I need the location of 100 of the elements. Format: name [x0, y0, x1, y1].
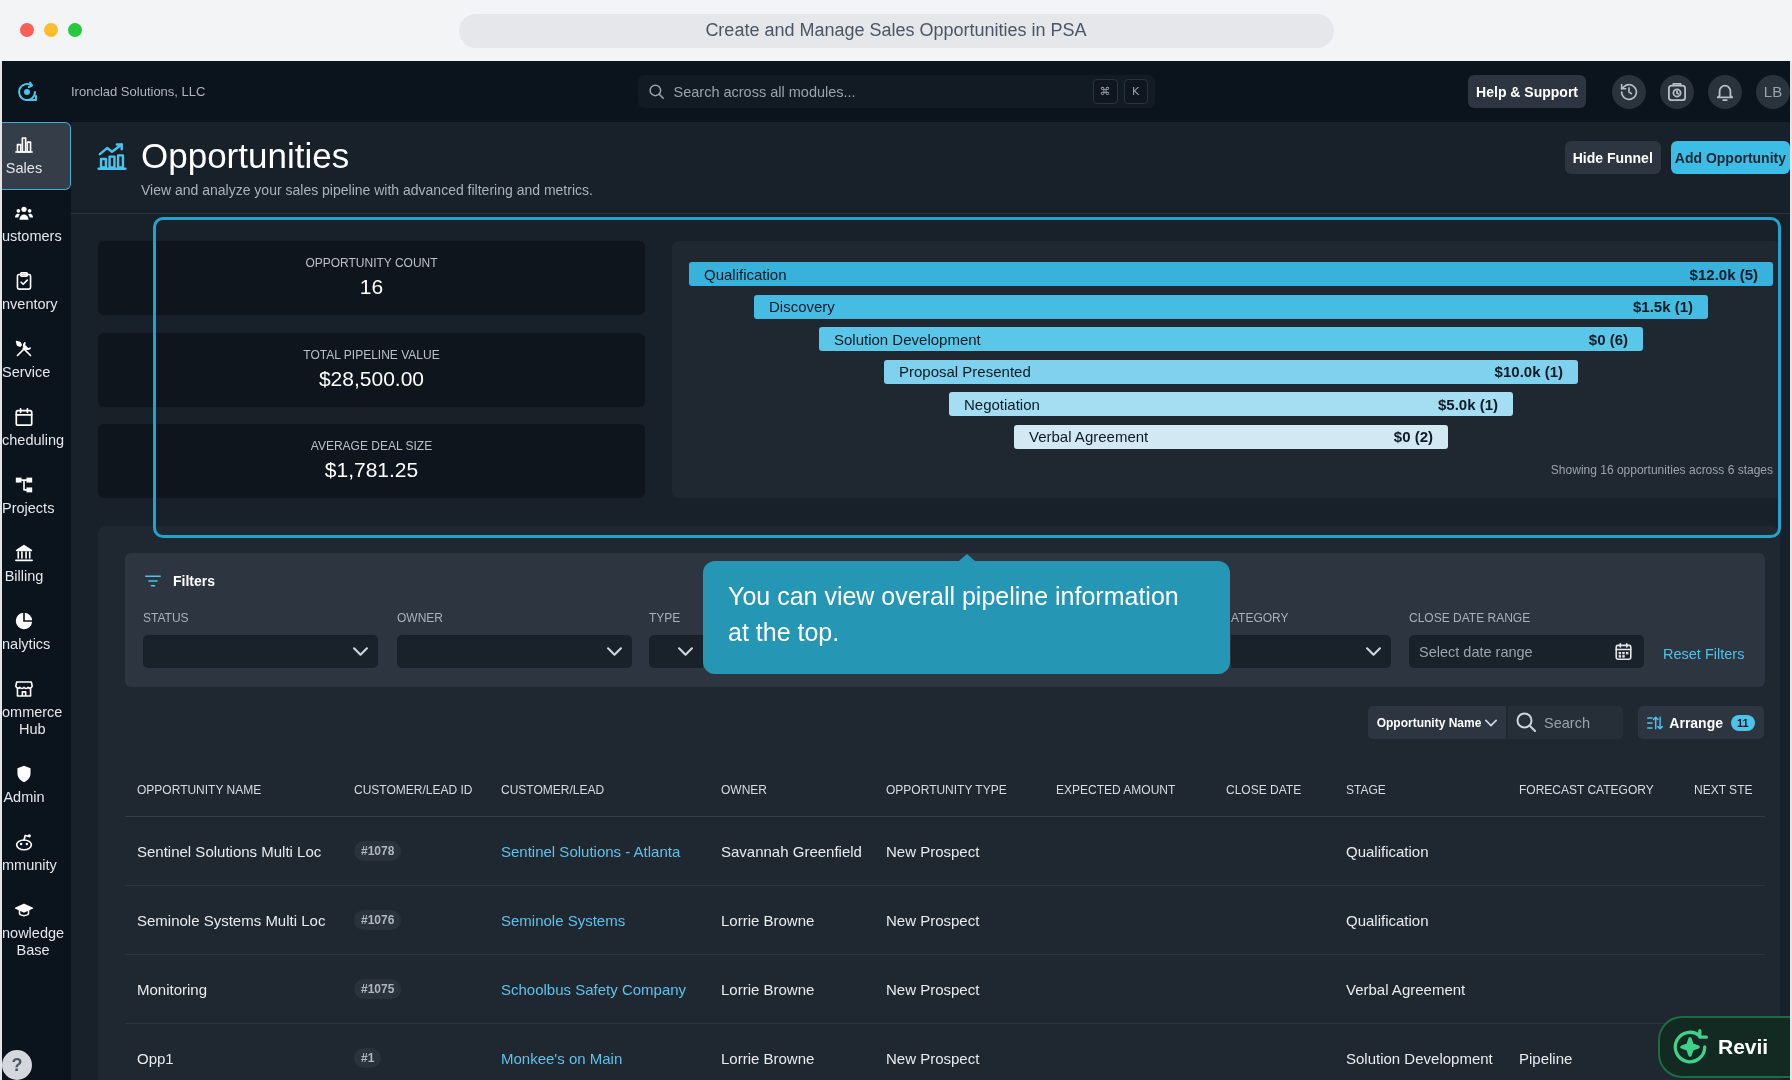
table-cell: Opp1: [137, 1049, 174, 1067]
dropdown-field[interactable]: [143, 635, 378, 668]
table-cell: Seminole Systems Multi Loc: [137, 911, 326, 929]
stage-value: $0 (6): [1588, 330, 1628, 348]
sidebar-item[interactable]: nalytics: [2, 598, 71, 666]
sidebar-item[interactable]: Billing: [2, 530, 71, 598]
company-name: Ironclad Solutions, LLC: [71, 84, 206, 99]
customer-link[interactable]: Seminole Systems: [501, 911, 626, 929]
tooltip-text: You can view overall pipeline information at the top.: [728, 582, 1179, 646]
table-cell: Pipeline: [1519, 1049, 1573, 1067]
history-button[interactable]: [1612, 74, 1646, 109]
id-badge: #1076: [354, 910, 402, 930]
table-search-field[interactable]: Search: [1508, 706, 1623, 739]
filter-label: STATUS: [143, 611, 190, 625]
users-icon: [15, 204, 33, 222]
table-cell: Qualification: [1346, 842, 1429, 860]
column-header: OPPORTUNITY NAME: [137, 782, 263, 797]
hide-funnel-button[interactable]: Hide Funnel: [1564, 141, 1661, 174]
chevron-down-icon: [353, 644, 368, 659]
close-window-button[interactable]: [20, 23, 34, 37]
sidebar-item[interactable]: Service: [2, 326, 71, 394]
customer-link[interactable]: Sentinel Solutions - Atlanta: [501, 842, 681, 860]
arrange-button[interactable]: Arrange 11: [1638, 706, 1764, 739]
sidebar-item[interactable]: Admin: [2, 751, 71, 819]
maximize-window-button[interactable]: [68, 23, 82, 37]
dropdown-field[interactable]: [1231, 635, 1391, 668]
dropdown-field[interactable]: [649, 635, 703, 668]
camera-clock-icon: [1668, 82, 1686, 101]
filter-label: ATEGORY: [1231, 611, 1290, 625]
sidebar-item[interactable]: ommerce Hub: [2, 666, 71, 751]
column-header: FORECAST CATEGORY: [1519, 782, 1655, 797]
stage-value: $12.0k (5): [1689, 265, 1758, 283]
sidebar-item[interactable]: ustomers: [2, 190, 71, 258]
column-header: EXPECTED AMOUNT: [1056, 782, 1177, 797]
logo-icon: [16, 79, 38, 104]
sidebar-item[interactable]: cheduling: [2, 394, 71, 462]
sparkle-refresh-icon: [1672, 1029, 1708, 1065]
funnel-summary: Showing 16 opportunities across 6 stages: [1550, 463, 1773, 477]
assistant-button[interactable]: Revii: [1658, 1016, 1790, 1078]
id-badge: #1: [354, 1048, 382, 1068]
stage-name: Qualification: [704, 265, 787, 283]
table-cell: New Prospect: [886, 911, 980, 929]
dropdown-field[interactable]: [397, 635, 632, 668]
pie-chart-icon: [15, 612, 33, 630]
hierarchy-icon: [15, 476, 33, 494]
table-cell: Solution Development: [1346, 1049, 1493, 1067]
tools-icon: [15, 340, 33, 358]
column-header: CUSTOMER/LEAD: [501, 782, 606, 797]
timer-button[interactable]: [1660, 74, 1694, 109]
calendar-icon: [15, 408, 33, 426]
column-header: STAGE: [1346, 782, 1387, 797]
filter-panel-title: Filters: [173, 573, 215, 589]
clipboard-check-icon: [15, 272, 33, 290]
column-header: NEXT STE: [1694, 782, 1754, 797]
customer-link[interactable]: Monkee's on Main: [501, 1049, 623, 1067]
add-opportunity-button[interactable]: Add Opportunity: [1670, 141, 1790, 174]
column-header: OWNER: [721, 782, 768, 797]
stat-value: 16: [358, 274, 385, 300]
chart-growth-icon: [97, 142, 127, 170]
stat-label: OPPORTUNITY COUNT: [304, 256, 439, 270]
table-cell: Lorrie Browne: [721, 911, 815, 929]
sidebar-item[interactable]: Projects: [2, 462, 71, 530]
minimize-window-button[interactable]: [44, 23, 58, 37]
filter-icon: [145, 573, 161, 589]
chevron-down-icon: [607, 644, 622, 659]
sidebar-item[interactable]: nventory: [2, 258, 71, 326]
sort-arrows-icon: [1647, 714, 1664, 731]
customer-link[interactable]: Schoolbus Safety Company: [501, 980, 687, 998]
stage-name: Discovery: [769, 298, 835, 316]
stage-name: Negotiation: [964, 395, 1040, 413]
reset-filters-link[interactable]: Reset Filters: [1663, 646, 1745, 662]
alien-head-icon: [15, 833, 33, 851]
user-avatar[interactable]: LB: [1756, 74, 1790, 109]
table-cell: New Prospect: [886, 842, 980, 860]
notifications-button[interactable]: [1708, 74, 1742, 109]
filter-label: TYPE: [649, 611, 682, 625]
stat-label: TOTAL PIPELINE VALUE: [302, 347, 441, 362]
stat-value: $28,500.00: [317, 365, 426, 392]
help-support-button[interactable]: Help & Support: [1468, 75, 1586, 108]
sidebar-item[interactable]: nowledge Base: [2, 887, 71, 972]
stage-name: Solution Development: [834, 330, 981, 348]
search-by-dropdown[interactable]: Opportunity Name: [1368, 706, 1506, 739]
filter-label: CLOSE DATE RANGE: [1409, 611, 1532, 625]
bank-icon: [15, 544, 33, 562]
page-title: Opportunities: [141, 136, 350, 176]
stage-value: $0 (2): [1393, 428, 1433, 446]
filter-label: OWNER: [397, 611, 444, 625]
stage-value: $10.0k (1): [1494, 363, 1563, 381]
id-badge: #1075: [354, 979, 402, 999]
date-field[interactable]: Select date range: [1409, 635, 1644, 668]
table-cell: New Prospect: [886, 1049, 980, 1067]
count-badge: 11: [1731, 714, 1755, 731]
table-cell: Qualification: [1346, 911, 1429, 929]
search-icon: [1516, 712, 1536, 732]
calendar-icon: [1615, 643, 1632, 660]
sidebar-item[interactable]: Sales: [2, 122, 71, 190]
stage-name: Verbal Agreement: [1029, 428, 1149, 446]
sidebar-item[interactable]: mmunity: [2, 819, 71, 887]
shield-icon: [15, 765, 33, 783]
table-cell: Monitoring: [137, 980, 208, 998]
